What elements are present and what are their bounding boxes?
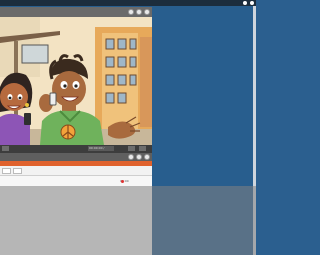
minimize-icon[interactable] <box>128 9 134 15</box>
cartoon-scene <box>0 17 152 145</box>
close-icon[interactable] <box>144 9 150 15</box>
maximize-icon[interactable] <box>136 9 142 15</box>
status-dot <box>121 180 124 183</box>
list-item[interactable]: 00:00 <box>0 177 152 185</box>
system-tray <box>243 0 254 5</box>
play-icon[interactable] <box>2 146 9 151</box>
power-icon[interactable] <box>250 1 254 5</box>
secondary-titlebar[interactable] <box>0 153 152 161</box>
settings-icon[interactable] <box>139 146 146 151</box>
close-icon[interactable] <box>144 154 150 160</box>
network-icon[interactable] <box>243 1 247 5</box>
maximize-icon[interactable] <box>136 154 142 160</box>
player-titlebar[interactable] <box>0 7 152 17</box>
video-frame[interactable] <box>0 17 152 145</box>
dim-overlay <box>0 186 256 255</box>
time-display: 00:00:00 / 00:00:00 <box>88 146 114 151</box>
top-panel <box>0 0 256 6</box>
fullscreen-icon[interactable] <box>128 146 135 151</box>
video-player-window: 00:00:00 / 00:00:00 <box>0 7 152 153</box>
minimize-icon[interactable] <box>128 154 134 160</box>
toolbar-button[interactable] <box>13 168 22 174</box>
toolbar <box>0 166 152 176</box>
player-controls: 00:00:00 / 00:00:00 <box>0 145 152 153</box>
toolbar-button[interactable] <box>2 168 11 174</box>
